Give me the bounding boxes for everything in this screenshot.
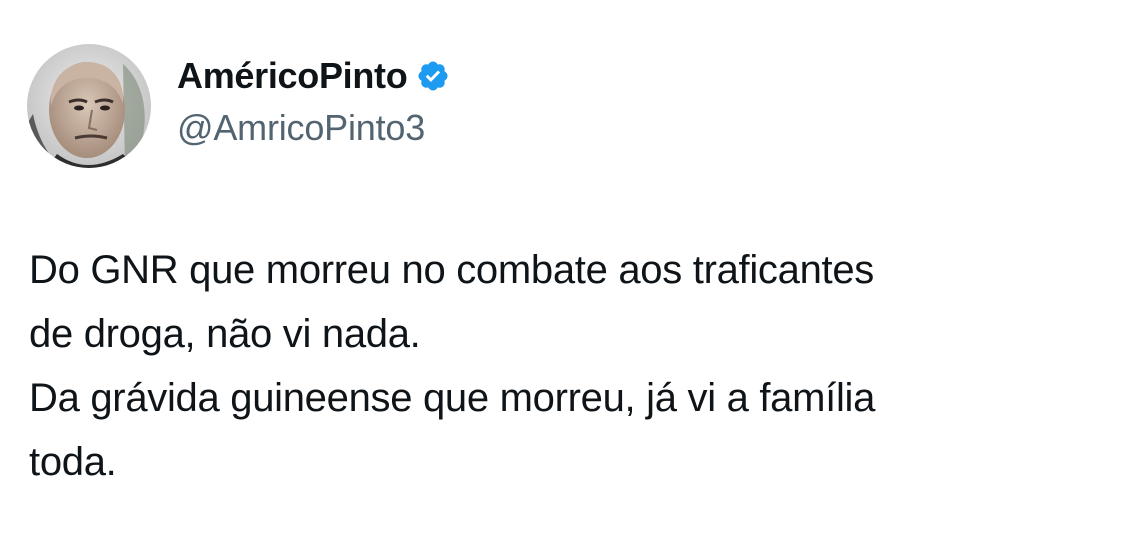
display-name[interactable]: AméricoPinto: [177, 54, 408, 98]
tweet-card: AméricoPinto @AmricoPinto3 Do GNR que mo…: [0, 0, 1125, 543]
author-identity: AméricoPinto @AmricoPinto3: [177, 54, 450, 150]
name-row: AméricoPinto: [177, 54, 450, 98]
tweet-text-line: Do GNR que morreu no combate aos trafica…: [29, 248, 874, 292]
avatar-photo: [27, 44, 151, 168]
avatar[interactable]: [27, 44, 151, 168]
user-handle[interactable]: @AmricoPinto3: [177, 106, 450, 150]
tweet-header: AméricoPinto @AmricoPinto3: [27, 44, 450, 168]
tweet-text-line: de droga, não vi nada.: [29, 312, 421, 356]
tweet-text: Do GNR que morreu no combate aos trafica…: [29, 238, 1099, 494]
verified-badge-icon[interactable]: [416, 59, 450, 93]
tweet-text-line: Da grávida guineense que morreu, já vi a…: [29, 376, 876, 420]
tweet-text-line: toda.: [29, 440, 117, 484]
